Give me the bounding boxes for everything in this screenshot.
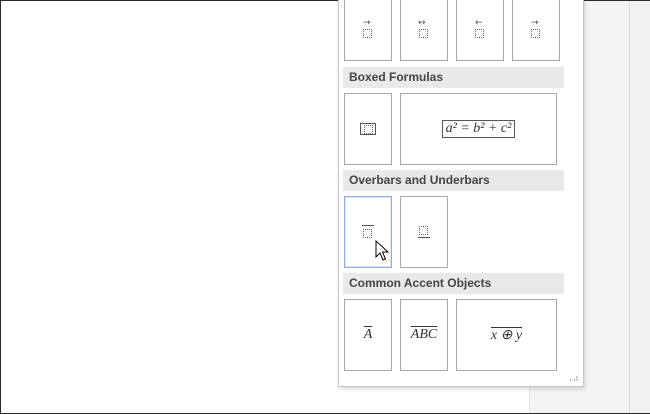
vertical-scrollbar[interactable] bbox=[629, 1, 650, 413]
tile-accent-a-bar[interactable]: A bbox=[344, 299, 392, 371]
accent-abc-label: ABC bbox=[410, 327, 438, 342]
arrow-left-right-icon: ↔ bbox=[418, 18, 426, 28]
document-canvas[interactable] bbox=[1, 1, 339, 413]
tile-boxed-formula-example[interactable]: a² = b² + c² bbox=[400, 93, 557, 165]
arrow-left-icon: ← bbox=[475, 18, 483, 28]
overbar-line bbox=[362, 225, 374, 226]
arrow-right-icon: → bbox=[363, 18, 371, 28]
accent-a-label: A bbox=[363, 327, 373, 342]
tile-boxed-formula-empty[interactable] bbox=[344, 93, 392, 165]
placeholder-box-icon bbox=[363, 29, 372, 38]
section-header-common-accent-objects: Common Accent Objects bbox=[343, 273, 564, 294]
placeholder-box-icon bbox=[363, 229, 372, 238]
underbar-line bbox=[418, 237, 430, 238]
tile-left-right-arrow-above[interactable]: ↔ bbox=[400, 0, 448, 61]
placeholder-box-icon bbox=[475, 29, 484, 38]
resize-grip-icon[interactable]: ⠠⠴ bbox=[566, 374, 579, 383]
tile-accent-x-oplus-y-bar[interactable]: x ⊕ y bbox=[456, 299, 557, 371]
placeholder-box-icon bbox=[419, 29, 428, 38]
section-header-overbars-underbars: Overbars and Underbars bbox=[343, 170, 564, 191]
section-header-boxed-formulas: Boxed Formulas bbox=[343, 67, 564, 88]
tile-underbar[interactable] bbox=[400, 196, 448, 268]
accent-xy-label: x ⊕ y bbox=[490, 327, 523, 343]
tile-left-arrow-above[interactable]: ← bbox=[456, 0, 504, 61]
accent-gallery-dropdown: → ↔ ← → Boxed Formulas a² = b² + c² Over… bbox=[338, 0, 584, 387]
boxed-placeholder-icon bbox=[360, 123, 376, 135]
tile-accent-abc-bar[interactable]: ABC bbox=[400, 299, 448, 371]
boxed-formula-text: a² = b² + c² bbox=[441, 120, 516, 138]
placeholder-box-icon bbox=[419, 226, 428, 235]
arrow-right-icon: → bbox=[531, 18, 539, 28]
mouse-pointer-icon bbox=[375, 240, 389, 261]
tile-right-arrow-above[interactable]: → bbox=[344, 0, 392, 61]
placeholder-box-icon bbox=[531, 29, 540, 38]
tile-right-arrow-above-2[interactable]: → bbox=[512, 0, 560, 61]
placeholder-box-icon bbox=[363, 124, 373, 134]
